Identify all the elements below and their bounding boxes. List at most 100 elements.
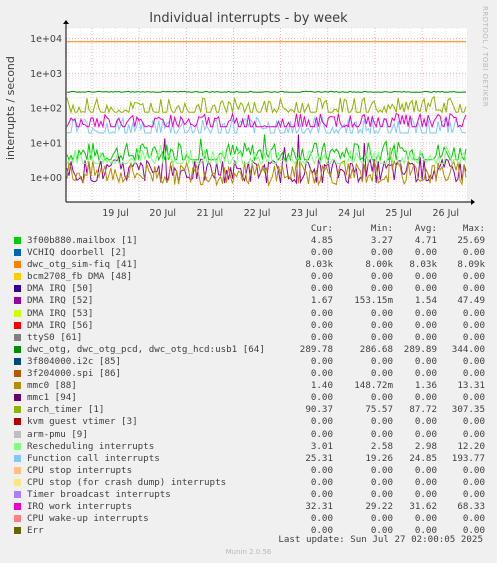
legend-max-value: 344.00 [451, 343, 485, 355]
legend-row: ttyS0 [61] 0.00 0.00 0.00 0.00 [0, 332, 497, 344]
legend-row: 3f204000.spi [86] 0.00 0.00 0.00 0.00 [0, 368, 497, 380]
legend-row: bcm2708_fb DMA [48] 0.00 0.00 0.00 0.00 [0, 271, 497, 283]
legend-swatch [14, 466, 21, 474]
legend-max-value: 47.49 [457, 295, 485, 307]
legend-max-value: 0.00 [462, 271, 485, 283]
legend-label: mmc1 [94] [27, 392, 77, 404]
legend-label: Timer broadcast interrupts [27, 488, 171, 500]
legend-swatch [14, 430, 21, 438]
legend-label: CPU stop interrupts [27, 464, 133, 476]
legend-label: CPU stop (for crash dump) interrupts [27, 476, 227, 488]
legend-label: Rescheduling interrupts [27, 440, 155, 452]
legend-swatch [14, 333, 21, 341]
legend-label: CPU wake-up interrupts [27, 513, 149, 525]
legend-row: IRQ work interrupts 32.31 29.22 31.62 68.33 [0, 501, 497, 513]
legend-row: dwc_otg, dwc_otg_pcd, dwc_otg_hcd:usb1 [… [0, 344, 497, 356]
y-tick-label: 1e+03 [30, 69, 62, 80]
header-max: Max: [462, 223, 485, 234]
legend-swatch [14, 273, 21, 281]
legend-cur-value: 0.00 [310, 247, 333, 259]
legend-label: DMA IRQ [53] [27, 307, 94, 319]
legend-row: VCHIQ doorbell [2] 0.00 0.00 0.00 0.00 [0, 247, 497, 259]
legend-max-value: 68.33 [457, 501, 485, 513]
legend-max-value: 0.00 [462, 416, 485, 428]
header-cur: Cur: [310, 223, 333, 234]
legend-max-value: 0.00 [462, 392, 485, 404]
legend-label: 3f00b880.mailbox [1] [27, 235, 138, 246]
x-tick-label: 22 Jul [244, 208, 271, 219]
legend-label: dwc_otg, dwc_otg_pcd, dwc_otg_hcd:usb1 [… [27, 343, 265, 355]
legend-cur-value: 0.00 [310, 464, 333, 476]
legend-label: Function call interrupts [27, 452, 160, 464]
interrupts-chart: 1e+00 1e+01 1e+02 1e+03 1e+04 19 Jul 20 Jul 21 … [30, 20, 475, 219]
legend-row: Function call interrupts 25.31 19.26 24.85 1… [0, 453, 497, 465]
legend-cur-value: 4.85 [310, 235, 333, 246]
legend-max-value: 8.09k [457, 259, 485, 271]
legend-cur-value: 1.40 [310, 380, 333, 392]
x-tick-label: 20 Jul [149, 208, 176, 219]
legend-label: ttyS0 [61] [27, 331, 83, 343]
legend-swatch [14, 249, 21, 257]
legend-cur-value: 0.00 [310, 319, 333, 331]
y-tick-label: 1e+04 [30, 34, 62, 45]
legend-label: mmc0 [88] [27, 380, 77, 392]
legend-cur-value: 0.00 [310, 513, 333, 525]
legend-label: DMA IRQ [56] [27, 319, 94, 331]
legend-label: bcm2708_fb DMA [48] [27, 271, 133, 283]
legend-swatch [14, 406, 21, 414]
legend-swatch [14, 442, 21, 450]
legend-row: Timer broadcast interrupts 0.00 0.00 0.00 0.… [0, 489, 497, 501]
legend-row: 3f00b880.mailbox [1] 4.85 3.27 4.71 25.69 [0, 235, 497, 247]
legend-swatch [14, 527, 21, 535]
legend-max-value: 0.00 [462, 283, 485, 295]
legend-max-value: 0.00 [462, 464, 485, 476]
legend-label: DMA IRQ [52] [27, 295, 94, 307]
legend-swatch [14, 285, 21, 293]
legend-swatch [14, 370, 21, 378]
legend-cur-value: 289.78 [299, 343, 333, 355]
legend-max-value: 25.69 [457, 235, 485, 246]
legend-row: CPU wake-up interrupts 0.00 0.00 0.00 0.00 [0, 513, 497, 525]
x-tick-label: 21 Jul [197, 208, 224, 219]
legend-max-value: 0.00 [462, 319, 485, 331]
legend-swatch [14, 237, 21, 244]
legend-swatch [14, 394, 21, 402]
legend-cur-value: 90.37 [305, 404, 333, 416]
legend-swatch [14, 503, 21, 511]
legend-cur-value: 0.00 [310, 331, 333, 343]
legend-label: VCHIQ doorbell [2] [27, 247, 127, 259]
legend-max-value: 307.35 [451, 404, 485, 416]
x-tick-label: 26 Jul [432, 208, 459, 219]
legend-label: Err [27, 525, 44, 537]
legend-cur-value: 25.31 [305, 452, 333, 464]
legend-swatch [14, 345, 21, 353]
legend-row: arm-pmu [9] 0.00 0.00 0.00 0.00 [0, 429, 497, 441]
legend-label: dwc_otg_sim-fiq [41] [27, 259, 138, 271]
legend-header: Cur: Min: Avg: Max: [0, 223, 497, 235]
x-tick-label: 24 Jul [338, 208, 365, 219]
legend-row: dwc_otg_sim-fiq [41] 8.03k 8.00k 8.03k 8.09k [0, 259, 497, 271]
legend-swatch [14, 418, 21, 426]
legend-label: arch_timer [1] [27, 404, 105, 416]
legend-swatch [14, 261, 21, 269]
legend-max-value: 0.00 [462, 476, 485, 488]
legend-swatch [14, 490, 21, 498]
x-axis-arrow [471, 199, 475, 205]
y-tick-label: 1e+02 [30, 104, 62, 115]
legend-max-value: 193.77 [451, 452, 485, 464]
legend-cur-value: 0.00 [310, 428, 333, 440]
legend-max-value: 0.00 [462, 513, 485, 525]
legend-swatch [14, 309, 21, 317]
legend-cur-value: 0.00 [310, 488, 333, 500]
legend-max-value: 12.20 [457, 440, 485, 452]
legend-row: mmc0 [88] 1.40 148.72m 1.36 13.31 [0, 380, 497, 392]
legend: 3f00b880.mailbox [1] 4.85 3.27 4.71 25.69 VCH… [0, 235, 497, 537]
legend-row: DMA IRQ [53] 0.00 0.00 0.00 0.00 [0, 308, 497, 320]
legend-cur-value: 3.01 [310, 440, 333, 452]
legend-cur-value: 0.00 [310, 392, 333, 404]
legend-max-value: 0.00 [462, 428, 485, 440]
legend-max-value: 0.00 [462, 307, 485, 319]
legend-cur-value: 32.31 [305, 501, 333, 513]
y-tick-label: 1e+00 [30, 173, 62, 184]
legend-max-value: 0.00 [462, 488, 485, 500]
